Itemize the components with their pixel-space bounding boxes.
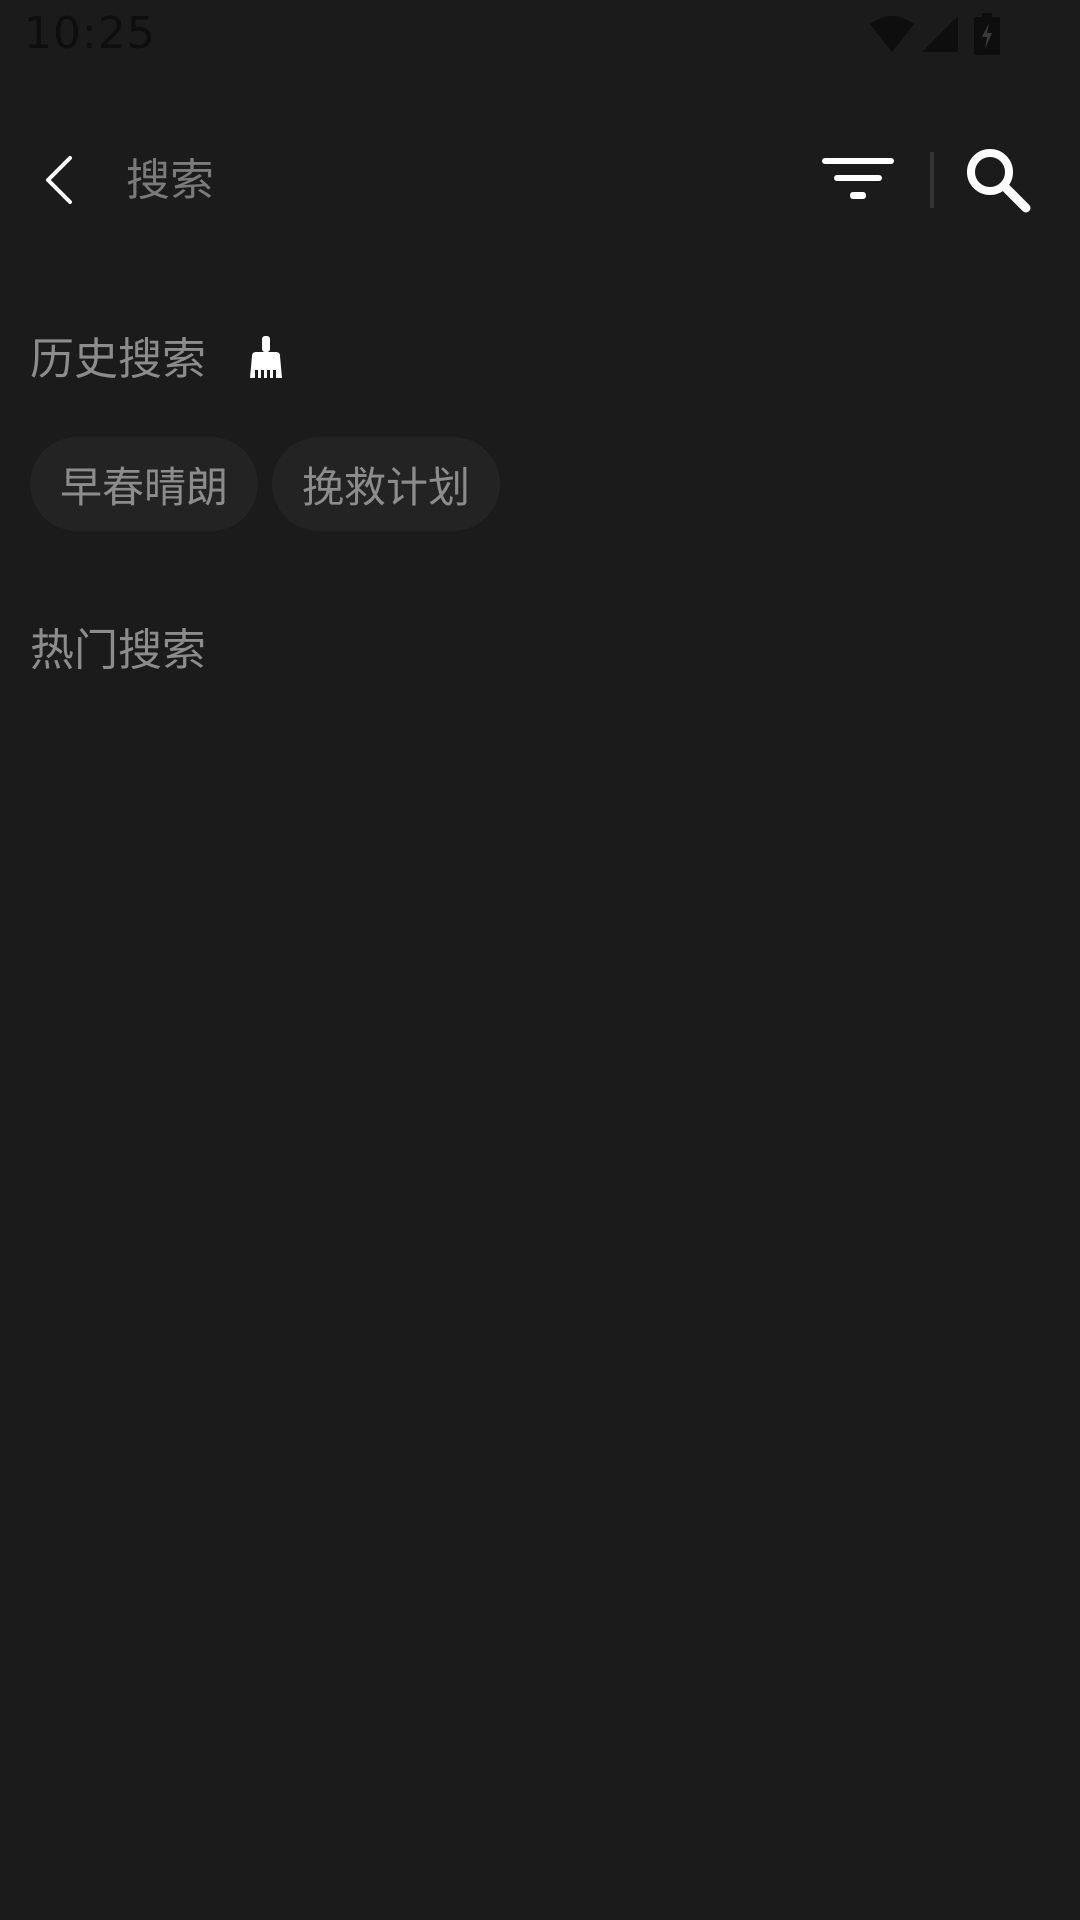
cellular-signal-icon	[920, 14, 960, 54]
search-top-bar	[0, 128, 1080, 232]
toolbar-divider	[930, 152, 934, 208]
chevron-left-icon	[30, 156, 94, 216]
history-chip[interactable]: 早春晴朗	[30, 437, 259, 531]
status-bar: 10:25	[0, 0, 1080, 72]
clear-history-button[interactable]	[244, 334, 288, 386]
status-icons	[868, 12, 1000, 56]
history-title: 历史搜索	[30, 334, 206, 385]
wifi-icon	[868, 14, 916, 54]
history-chip-list: 早春晴朗 挽救计划	[30, 437, 501, 531]
history-header: 历史搜索	[30, 328, 288, 392]
battery-charging-icon	[974, 13, 1000, 55]
hot-search-header: 热门搜索	[30, 619, 206, 683]
search-input[interactable]	[126, 150, 766, 210]
history-chip[interactable]: 挽救计划	[272, 437, 501, 531]
filter-button[interactable]	[818, 148, 898, 212]
hot-search-title: 热门搜索	[30, 625, 206, 676]
filter-icon	[818, 158, 898, 216]
status-time: 10:25	[24, 8, 156, 59]
search-icon	[962, 149, 1034, 220]
broom-icon	[246, 334, 286, 386]
search-button[interactable]	[962, 144, 1034, 216]
back-button[interactable]	[30, 148, 94, 212]
